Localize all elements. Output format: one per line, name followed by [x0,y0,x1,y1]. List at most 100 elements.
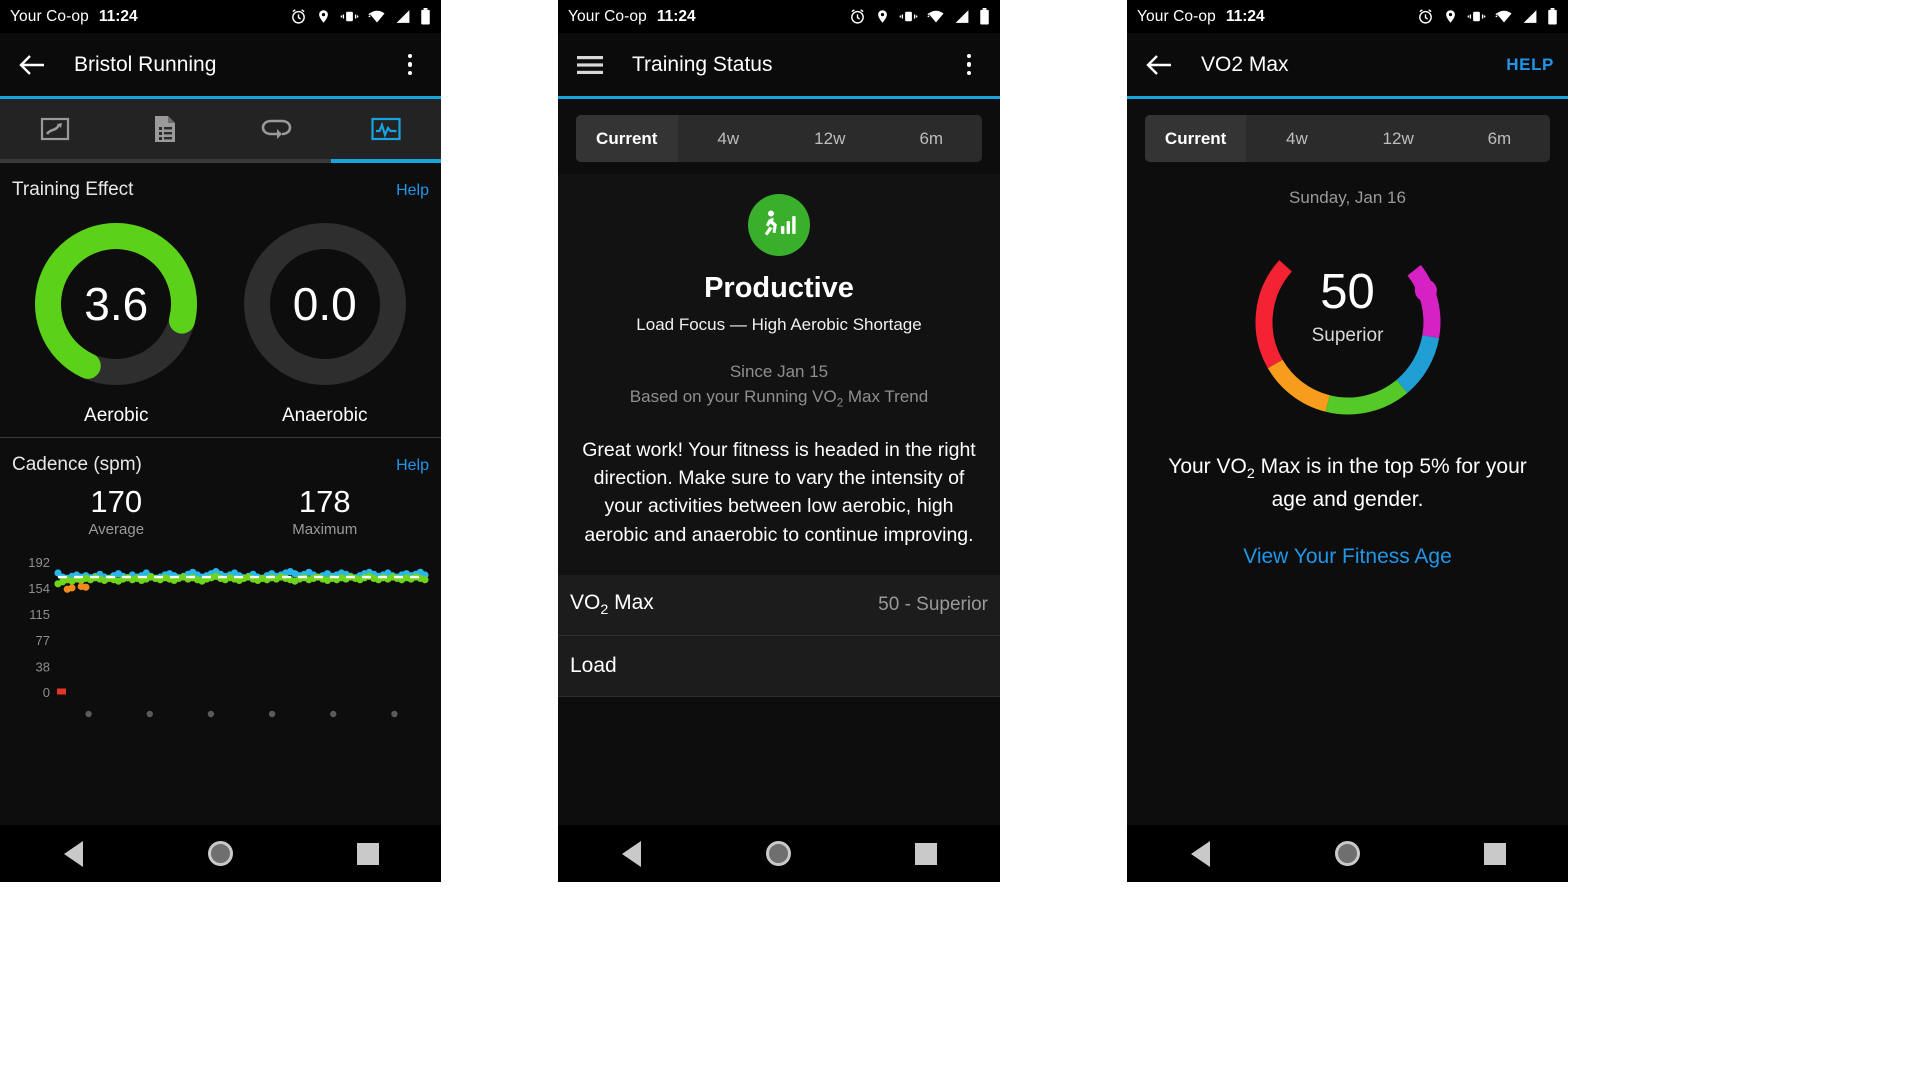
vo2-description: Your VO2 Max is in the top 5% for your a… [1127,426,1568,515]
help-button[interactable]: HELP [1506,55,1554,75]
nav-home-button[interactable] [198,831,244,877]
vo2-date-label: Sunday, Jan 16 [1289,188,1406,207]
cadence-ytick-115: 115 [29,607,50,622]
status-bar: Your Co-op 11:24 [0,0,441,33]
cadence-point [68,583,76,592]
overflow-menu-icon[interactable] [952,48,986,82]
android-navigation-bar [1127,825,1568,882]
cadence-ytick-77: 77 [36,633,50,648]
period-segmented-control-wrap: Current 4w 12w 6m [558,99,1000,174]
screenshot-stage: Your Co-op 11:24 Bristol Running Trainin… [0,0,1920,1080]
nav-back-button[interactable] [1178,831,1224,877]
cadence-stats: 170 Average 178 Maximum [12,480,429,540]
period-segmented-control: Current 4w 12w 6m [576,115,982,162]
page-title: Bristol Running [74,52,217,76]
segment-4w[interactable]: 4w [1246,115,1347,162]
status-time: 11:24 [656,7,696,25]
row-load[interactable]: Load [558,635,1000,697]
nav-home-button[interactable] [756,831,802,877]
segment-6m[interactable]: 6m [1449,115,1550,162]
cadence-point [421,575,429,583]
training-status-label: Productive [704,272,854,304]
segment-12w[interactable]: 12w [779,115,881,162]
vo2-desc-sub: 2 [1246,466,1255,483]
cadence-chart[interactable]: 0 38 77 115 154 192 [12,546,429,726]
training-effect-help-link[interactable]: Help [396,182,429,200]
based-on-suffix: Max Trend [843,386,929,406]
view-fitness-age-link[interactable]: View Your Fitness Age [1127,515,1568,569]
page-title: VO2 Max [1201,52,1289,76]
segment-current[interactable]: Current [576,115,678,162]
tab-details[interactable] [110,99,220,159]
app-bar: VO2 Max HELP [1127,33,1568,96]
overflow-menu-icon[interactable] [393,48,427,82]
signal-icon [1522,9,1538,24]
hamburger-menu-icon[interactable] [572,47,608,83]
gauge-anaerobic: 0.0 Anaerobic [221,219,430,427]
gauge-anaerobic-label: Anaerobic [281,405,368,426]
segment-4w[interactable]: 4w [678,115,780,162]
cadence-ytick-154: 154 [28,581,50,596]
cadence-ytick-38: 38 [36,659,50,674]
tab-laps[interactable] [221,99,331,159]
cadence-average: 170 Average [12,484,221,538]
period-segmented-control: Current 4w 12w 6m [1145,115,1550,162]
nav-recents-button[interactable] [345,831,391,877]
content-tail [558,696,1000,825]
tab-map[interactable] [0,99,110,159]
row-vo2-max-value: 50 - Superior [878,593,988,615]
status-carrier: Your Co-op [568,7,647,25]
row-vo2-max[interactable]: VO2 Max 50 - Superior [558,574,1000,636]
cadence-xaxis-dot [207,710,215,717]
phone-screenshot-training-status: Your Co-op 11:24 Training Status Current… [558,0,1000,882]
vibrate-icon [1467,9,1486,24]
alarm-icon [849,8,866,25]
nav-back-button[interactable] [609,831,655,877]
gauge-anaerobic-ring: 0.0 [240,219,410,389]
vo2-category: Superior [1311,325,1384,346]
status-time: 11:24 [1225,7,1265,25]
wifi-icon [927,9,945,24]
since-date: Since Jan 15 [729,362,829,381]
vibrate-icon [899,9,918,24]
training-status-body: Productive Load Focus — High Aerobic Sho… [558,174,1000,575]
training-effect-section: Training Effect Help 3.6 Aerobic 0.0 Ana… [0,163,441,437]
training-effect-header: Training Effect Help [12,163,429,205]
cadence-xaxis-dot [330,710,337,717]
cadence-help-link[interactable]: Help [396,457,429,475]
gauge-aerobic-label: Aerobic [84,405,149,426]
cadence-xaxis-dot [268,710,276,717]
nav-recents-button[interactable] [903,831,949,877]
segment-6m[interactable]: 6m [881,115,983,162]
alarm-icon [1417,8,1434,25]
status-bar: Your Co-op 11:24 [558,0,1000,33]
vibrate-icon [340,9,359,24]
nav-recents-button[interactable] [1472,831,1518,877]
status-carrier: Your Co-op [1137,7,1216,25]
tab-strip [0,99,441,159]
back-arrow-icon[interactable] [1141,47,1177,83]
nav-back-button[interactable] [51,831,97,877]
training-status-paragraph: Great work! Your fitness is headed in th… [582,438,976,546]
segment-12w[interactable]: 12w [1348,115,1449,162]
vo2-desc-prefix: Your VO [1168,455,1247,478]
gauge-aerobic: 3.6 Aerobic [12,219,221,427]
tab-charts[interactable] [331,99,441,159]
back-arrow-icon[interactable] [14,47,50,83]
cadence-header: Cadence (spm) Help [12,438,429,480]
gauge-aerobic-value: 3.6 [84,278,149,330]
cadence-zero-marker [57,688,66,695]
segment-current[interactable]: Current [1145,115,1247,162]
battery-icon [420,8,431,25]
cadence-maximum-value: 178 [298,484,351,519]
nav-home-button[interactable] [1325,831,1371,877]
cadence-xaxis-dot [391,710,398,717]
wifi-icon [1495,9,1513,24]
signal-icon [954,9,970,24]
training-effect-title: Training Effect [12,179,134,200]
phone-screenshot-vo2max: Your Co-op 11:24 VO2 Max HELP Current 4w… [1127,0,1568,882]
training-status-since: Since Jan 15 Based on your Running VO2 M… [578,360,980,412]
battery-icon [1547,8,1558,25]
cadence-average-value: 170 [90,484,143,519]
cadence-xaxis-dot [146,710,153,717]
